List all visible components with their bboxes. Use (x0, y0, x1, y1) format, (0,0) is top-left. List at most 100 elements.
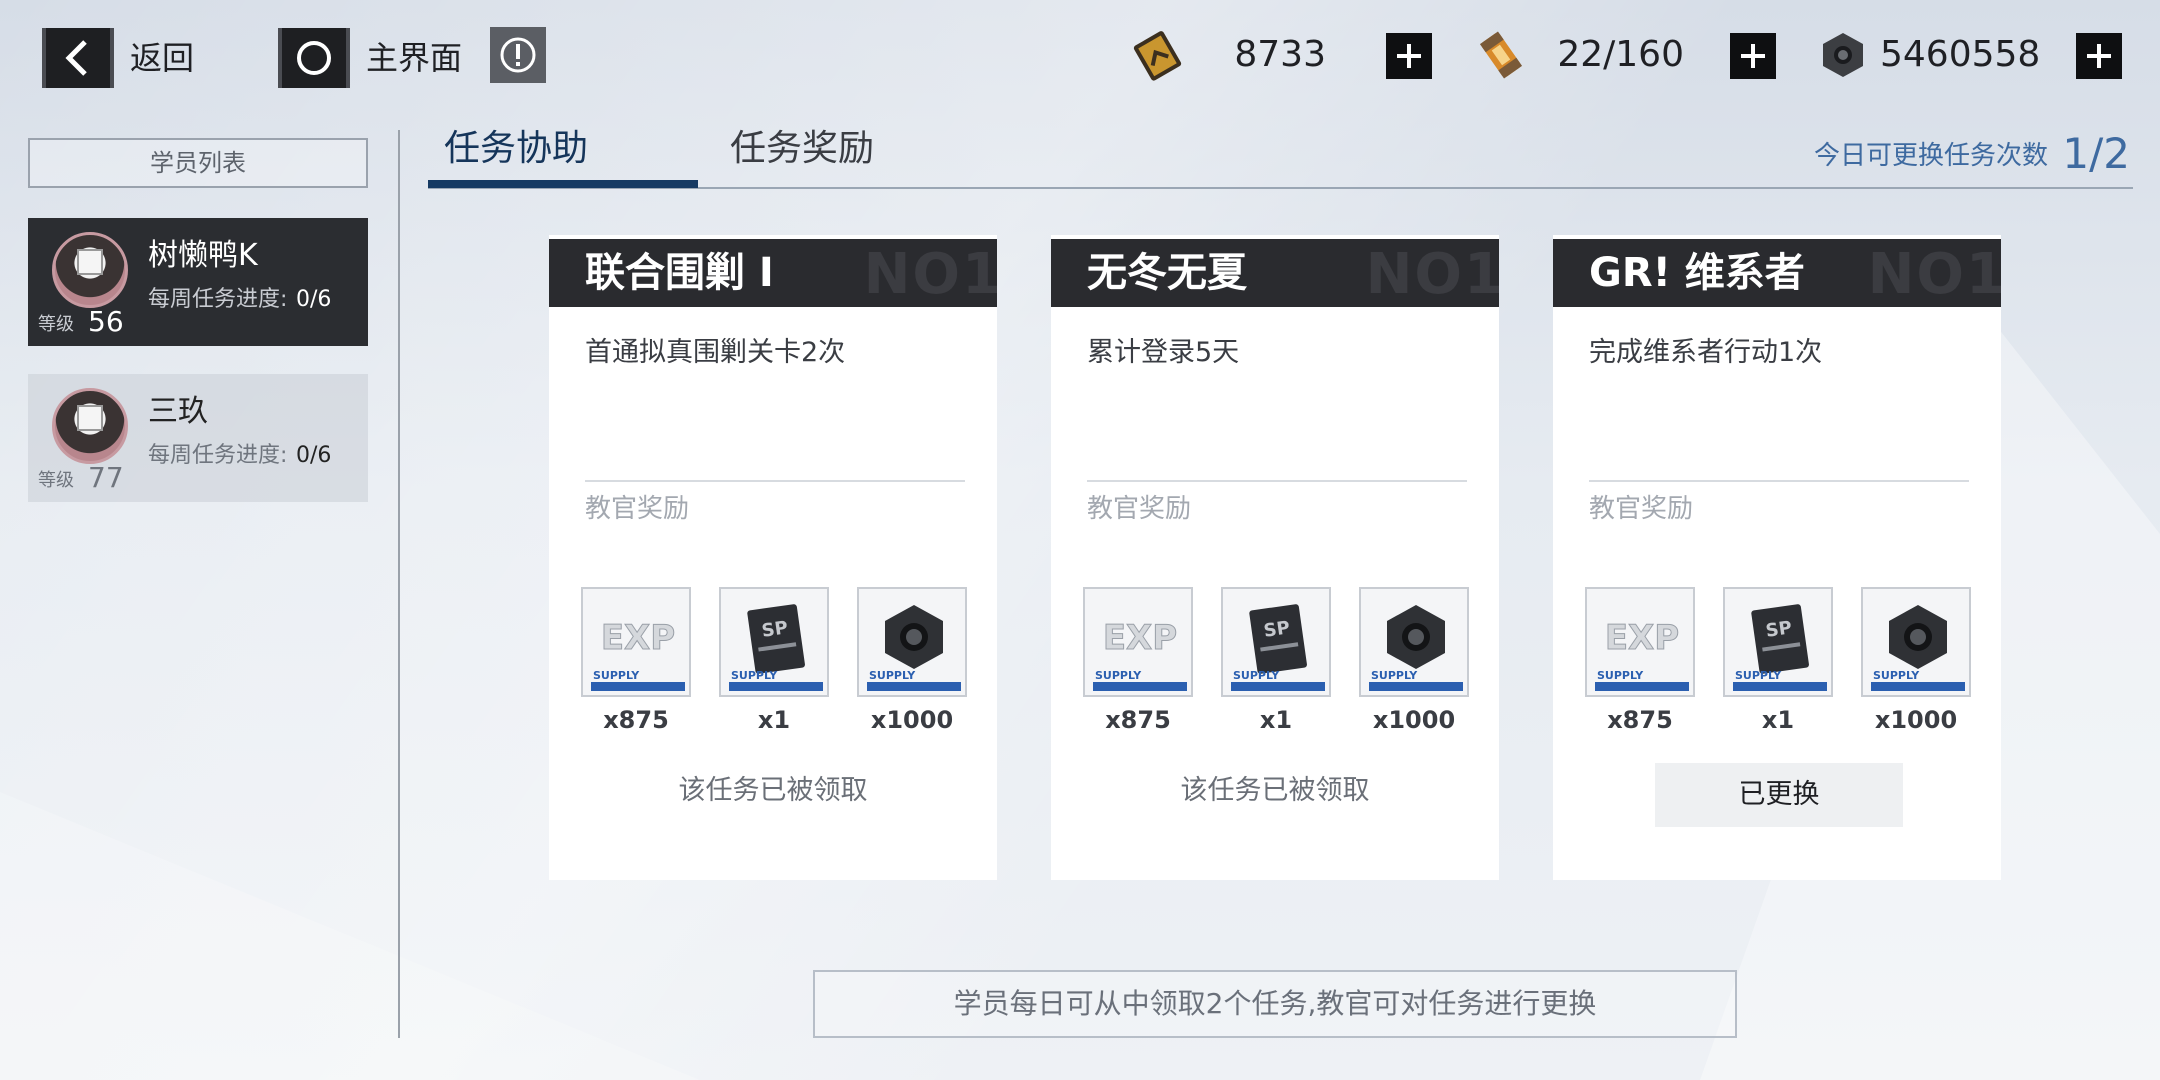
divider (585, 480, 965, 482)
task-title: GR! 维系者 (1589, 250, 1805, 296)
divider (1087, 480, 1467, 482)
add-resource-button[interactable] (1386, 33, 1432, 79)
svg-text:SP: SP (760, 617, 789, 641)
svg-text:SUPPLY: SUPPLY (1371, 669, 1418, 682)
circle-home-icon (297, 41, 331, 75)
task-card: GR! 维系者 NO1 完成维系者行动1次 教官奖励 EXP SUPPLY SP S… (1553, 235, 2001, 880)
active-tab-indicator (428, 180, 698, 188)
plus-icon (2087, 44, 2111, 68)
battery-ticket-icon (1128, 28, 1186, 82)
task-card-header: 无冬无夏 NO1 (1051, 239, 1499, 307)
replaced-button[interactable]: 已更换 (1655, 763, 1903, 827)
reward-quantity: x875 (1105, 706, 1171, 734)
add-resource-button[interactable] (1730, 33, 1776, 79)
svg-text:SUPPLY: SUPPLY (1095, 669, 1142, 682)
svg-text:EXP: EXP (601, 618, 675, 658)
reward-quantity: x1000 (870, 706, 954, 734)
home-label[interactable]: 主界面 (366, 30, 462, 86)
weekly-progress-label: 每周任务进度: (148, 287, 288, 312)
svg-text:SUPPLY: SUPPLY (731, 669, 778, 682)
svg-text:SP: SP (1764, 617, 1793, 641)
reward-quantity: x1 (757, 706, 791, 734)
svg-text:SP: SP (1262, 617, 1291, 641)
student-name: 三玖 (148, 394, 208, 429)
student-item[interactable]: 三玖 每周任务进度: 0/6 等级 77 (28, 374, 368, 502)
weekly-progress-value: 0/6 (296, 287, 332, 312)
resource-value: 22/160 (1557, 34, 1684, 75)
info-button[interactable] (490, 27, 546, 83)
task-badge: NO1 (1365, 242, 1499, 307)
level-label: 等级 (38, 470, 74, 491)
svg-text:EXP: EXP (1103, 618, 1177, 658)
reward-label: 教官奖励 (585, 494, 690, 524)
swap-count-label: 今日可更换任务次数 (1813, 141, 2048, 171)
student-name: 树懒鸭K (148, 238, 258, 273)
task-badge: NO1 (863, 242, 997, 307)
task-description: 完成维系者行动1次 (1589, 337, 1823, 368)
svg-text:SUPPLY: SUPPLY (1597, 669, 1644, 682)
reward-quantity: x875 (603, 706, 669, 734)
swap-count-value: 1/2 (2062, 129, 2130, 178)
energy-canister-icon (1472, 28, 1530, 82)
exp-supply-icon[interactable]: EXP SUPPLY (581, 587, 691, 697)
reward-label: 教官奖励 (1087, 494, 1192, 524)
svg-text:EXP: EXP (1605, 618, 1679, 658)
plus-icon (1741, 44, 1765, 68)
exp-supply-icon[interactable]: EXP SUPPLY (1083, 587, 1193, 697)
hex-nut-icon (1814, 28, 1872, 82)
avatar (52, 388, 128, 464)
sp-card-supply-icon[interactable]: SP SUPPLY (1221, 587, 1331, 697)
back-button[interactable] (42, 28, 114, 88)
reward-quantity: x1 (1761, 706, 1795, 734)
task-card: 无冬无夏 NO1 累计登录5天 教官奖励 EXP SUPPLY SP SUPPLY … (1051, 235, 1499, 880)
resource-value: 8733 (1234, 34, 1326, 75)
top-bar: 返回 主界面 8733 22/160 5460558 (0, 0, 2160, 110)
task-title: 无冬无夏 (1087, 250, 1247, 296)
hex-nut-supply-icon[interactable]: SUPPLY (1359, 587, 1469, 697)
reward-quantity: x1000 (1874, 706, 1958, 734)
weekly-progress-value: 0/6 (296, 443, 332, 468)
svg-text:SUPPLY: SUPPLY (1735, 669, 1782, 682)
exp-supply-icon[interactable]: EXP SUPPLY (1585, 587, 1695, 697)
task-description: 首通拟真围剿关卡2次 (585, 337, 846, 368)
task-title: 联合围剿 I (585, 250, 774, 296)
level-label: 等级 (38, 314, 74, 335)
reward-quantity: x1 (1259, 706, 1293, 734)
plus-icon (1397, 44, 1421, 68)
footer-note: 学员每日可从中领取2个任务,教官可对任务进行更换 (813, 970, 1737, 1038)
tab-task-assist[interactable]: 任务协助 (444, 124, 588, 174)
tab-task-rewards[interactable]: 任务奖励 (730, 124, 874, 174)
svg-text:SUPPLY: SUPPLY (869, 669, 916, 682)
level-value: 56 (88, 305, 124, 338)
svg-text:SUPPLY: SUPPLY (593, 669, 640, 682)
divider (1589, 480, 1969, 482)
sidebar-divider (398, 130, 400, 1038)
hex-nut-supply-icon[interactable]: SUPPLY (1861, 587, 1971, 697)
reward-quantity: x875 (1607, 706, 1673, 734)
task-card-header: 联合围剿 I NO1 (549, 239, 997, 307)
sp-card-supply-icon[interactable]: SP SUPPLY (719, 587, 829, 697)
svg-text:SUPPLY: SUPPLY (1873, 669, 1920, 682)
student-item[interactable]: 树懒鸭K 每周任务进度: 0/6 等级 56 (28, 218, 368, 346)
exclamation-icon (500, 37, 536, 73)
chevron-left-icon (65, 40, 87, 76)
avatar (52, 232, 128, 308)
reward-quantity: x1000 (1372, 706, 1456, 734)
task-status: 该任务已被领取 (1180, 775, 1370, 806)
student-list-title: 学员列表 (28, 138, 368, 188)
resource-value: 5460558 (1880, 34, 2041, 75)
task-card-header: GR! 维系者 NO1 (1553, 239, 2001, 307)
task-description: 累计登录5天 (1087, 337, 1240, 368)
back-label[interactable]: 返回 (130, 30, 194, 86)
task-card: 联合围剿 I NO1 首通拟真围剿关卡2次 教官奖励 EXP SUPPLY SP S… (549, 235, 997, 880)
task-badge: NO1 (1867, 242, 2001, 307)
add-resource-button[interactable] (2076, 33, 2122, 79)
hex-nut-supply-icon[interactable]: SUPPLY (857, 587, 967, 697)
weekly-progress-label: 每周任务进度: (148, 443, 288, 468)
home-button[interactable] (278, 28, 350, 88)
sp-card-supply-icon[interactable]: SP SUPPLY (1723, 587, 1833, 697)
task-status: 该任务已被领取 (678, 775, 868, 806)
level-value: 77 (88, 461, 124, 494)
reward-label: 教官奖励 (1589, 494, 1694, 524)
svg-text:SUPPLY: SUPPLY (1233, 669, 1280, 682)
